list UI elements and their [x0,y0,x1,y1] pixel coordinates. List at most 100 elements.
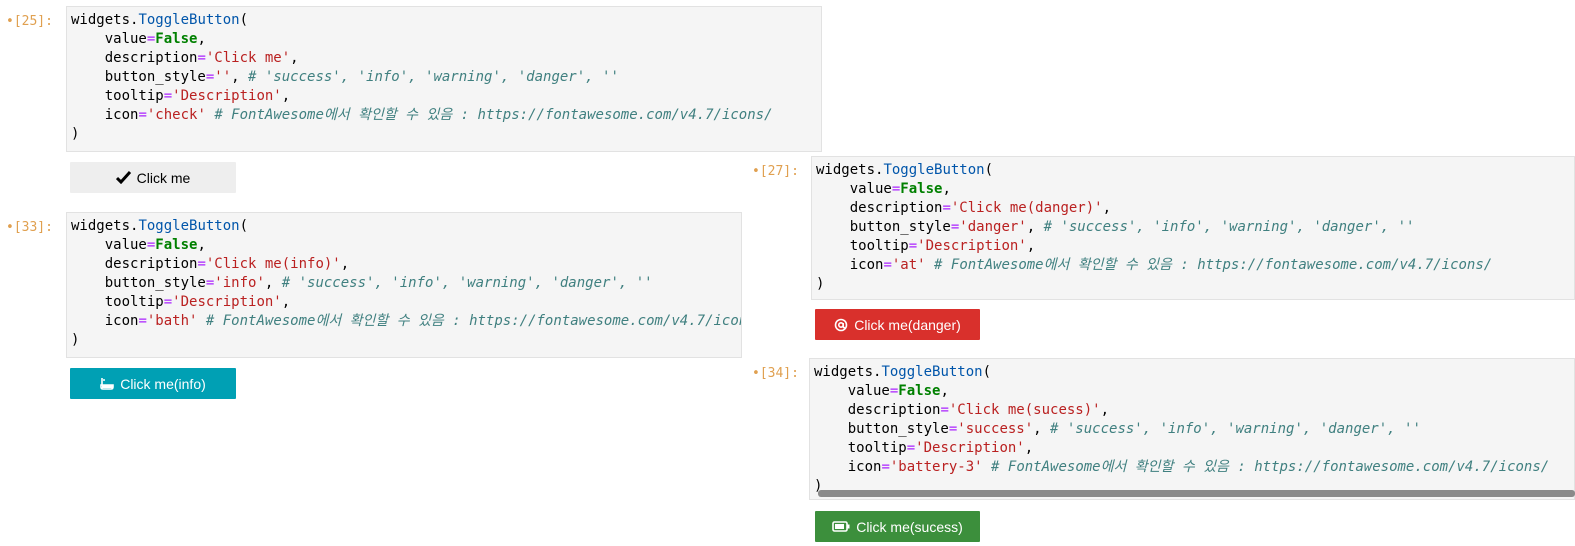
toggle-button-click-me-danger[interactable]: Click me(danger) [815,309,980,340]
code-token: value [71,31,147,47]
code-token: = [942,200,951,216]
code-token: , [1033,421,1051,437]
cell-prompt: •[25]: [6,14,53,29]
code-token: value [71,237,147,253]
code-token: '' [214,69,232,85]
code-token: # FontAwesome에서 확인할 수 있음 : https://fonta… [214,107,773,123]
code-token: ToggleButton [881,364,983,380]
code-token: widgets. [814,364,882,380]
code-line: ) [71,331,741,350]
code-line: tooltip='Description', [71,293,741,312]
code-token: , [940,383,949,399]
check-icon [115,171,131,184]
bath-icon [100,377,115,391]
code-token: False [155,237,198,253]
code-token: value [816,181,892,197]
code-token: 'Description' [915,440,1025,456]
code-token: # 'success', 'info', 'warning', 'danger'… [248,69,619,85]
code-token: ) [816,276,825,292]
code-line: widgets.ToggleButton( [71,217,741,236]
code-token: , [1024,440,1034,456]
code-token: description [71,50,198,66]
code-token: = [881,459,890,475]
toggle-button-click-me[interactable]: Click me [70,162,236,193]
code-token: ToggleButton [883,162,985,178]
code-token: button_style [71,69,206,85]
code-editor[interactable]: widgets.ToggleButton( value=False, descr… [66,212,742,358]
code-token: # 'success', 'info', 'warning', 'danger'… [281,275,653,291]
code-line: widgets.ToggleButton( [816,161,1574,180]
code-token: = [138,313,147,329]
code-token: description [816,200,943,216]
code-token: # FontAwesome에서 확인할 수 있음 : https://fonta… [205,313,742,329]
code-token: ( [239,12,249,28]
code-token: 'Click me(info)' [205,256,341,272]
code-token: = [197,256,206,272]
code-token: = [163,294,173,310]
horizontal-scrollbar[interactable] [818,490,1575,497]
code-token: , [1100,402,1110,418]
code-token: , [197,31,206,47]
code-line: value=False, [71,236,741,255]
code-token: 'bath' [146,313,198,329]
code-token: = [908,238,918,254]
code-token: , [1026,238,1036,254]
cell-prompt: •[27]: [752,164,799,179]
code-token: button_style [816,219,951,235]
code-line: tooltip='Description', [814,439,1574,458]
code-token: , [1102,200,1112,216]
code-token: = [197,50,206,66]
code-token: = [940,402,949,418]
code-token: description [71,256,198,272]
toggle-button-click-me-info[interactable]: Click me(info) [70,368,236,399]
code-token: widgets. [71,218,139,234]
code-line: description='Click me', [71,49,821,68]
code-token: 'at' [891,257,926,273]
code-token: tooltip [71,88,164,104]
code-line: tooltip='Description', [71,87,821,106]
code-token: icon [71,107,139,123]
code-token: # 'success', 'info', 'warning', 'danger'… [1050,421,1421,437]
code-token: 'Click me' [205,50,291,66]
cell-prompt: •[34]: [752,366,799,381]
code-token: , [290,50,299,66]
code-line: description='Click me(info)', [71,255,741,274]
code-token: = [163,88,173,104]
code-token: widgets. [816,162,884,178]
code-token: , [1026,219,1044,235]
code-editor[interactable]: widgets.ToggleButton( value=False, descr… [811,156,1575,300]
code-line: icon='check' # FontAwesome에서 확인할 수 있음 : … [71,106,821,125]
code-token: ) [71,126,80,142]
code-line: button_style='success', # 'success', 'in… [814,420,1574,439]
code-editor[interactable]: widgets.ToggleButton( value=False, descr… [809,358,1575,500]
code-token: 'check' [146,107,206,123]
code-line: description='Click me(danger)', [816,199,1574,218]
code-token: 'Description' [917,238,1027,254]
code-token: icon [816,257,884,273]
code-token: 'Click me(sucess)' [948,402,1101,418]
code-token: 'success' [957,421,1034,437]
code-token: # FontAwesome에서 확인할 수 있음 : https://fonta… [934,257,1493,273]
code-token: ( [984,162,994,178]
code-token: tooltip [814,440,907,456]
code-token: icon [814,459,882,475]
code-line: ) [71,125,821,144]
code-token: # FontAwesome에서 확인할 수 있음 : https://fonta… [991,459,1550,475]
code-token: # 'success', 'info', 'warning', 'danger'… [1043,219,1415,235]
code-token: widgets. [71,12,139,28]
code-line: button_style='danger', # 'success', 'inf… [816,218,1574,237]
code-line: icon='battery-3' # FontAwesome에서 확인할 수 있… [814,458,1574,477]
button-label: Click me(info) [120,375,206,392]
code-token: description [814,402,941,418]
toggle-button-click-me-success[interactable]: Click me(sucess) [815,511,980,542]
code-editor[interactable]: widgets.ToggleButton( value=False, descr… [66,6,822,152]
code-token: 'danger' [959,219,1027,235]
code-token: , [231,69,249,85]
code-token: , [281,294,291,310]
code-token: , [264,275,282,291]
code-token: ( [982,364,992,380]
code-token: ToggleButton [138,12,240,28]
code-token: tooltip [816,238,909,254]
code-token: , [197,237,206,253]
